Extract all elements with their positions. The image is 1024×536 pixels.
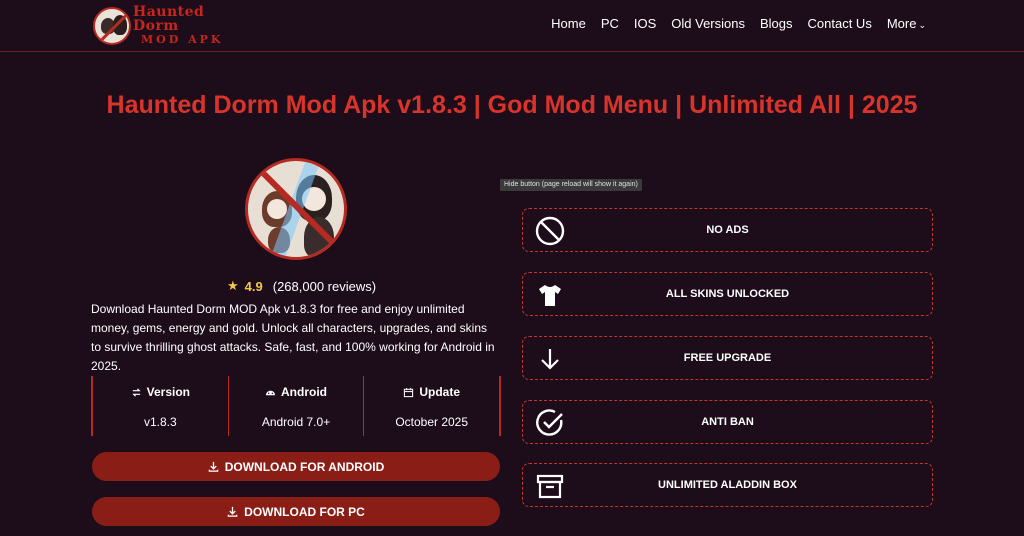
site-logo[interactable]: Haunted Dorm MOD APK — [93, 5, 229, 47]
android-icon — [265, 390, 276, 395]
calendar-icon — [404, 387, 414, 397]
page-title: Haunted Dorm Mod Apk v1.8.3 | God Mod Me… — [106, 91, 918, 119]
feature-label: FREE UPGRADE — [683, 352, 772, 364]
nav-ios[interactable]: IOS — [634, 16, 656, 31]
download-icon — [208, 461, 218, 472]
app-description: Download Haunted Dorm MOD Apk v1.8.3 for… — [91, 302, 495, 373]
download-android-label: DOWNLOAD FOR ANDROID — [224, 459, 385, 474]
app-icon — [245, 158, 347, 260]
spec-android-value: Android 7.0+ — [261, 415, 331, 429]
nav-contact[interactable]: Contact Us — [808, 16, 872, 31]
download-icon — [227, 506, 238, 517]
feature-label: ANTI BAN — [701, 416, 754, 428]
logo-line-1: Haunted Dorm — [133, 4, 205, 34]
feature-label: UNLIMITED ALADDIN BOX — [658, 479, 797, 491]
hide-button-tooltip: Hide button (page reload will show it ag… — [500, 179, 642, 191]
nav-more[interactable]: More ⌄ — [887, 16, 926, 31]
feature-aladdin-box: UNLIMITED ALADDIN BOX — [522, 463, 933, 507]
download-pc-button[interactable]: DOWNLOAD FOR PC — [92, 497, 500, 526]
spec-version-label: Version — [146, 385, 191, 399]
logo-line-2: MOD APK — [141, 33, 224, 46]
rating-score: 4.9 — [244, 278, 263, 294]
spec-update-label: Update — [419, 385, 461, 399]
spec-android-label: Android — [281, 385, 327, 399]
feature-free-upgrade: FREE UPGRADE — [522, 336, 933, 380]
nav-old-versions[interactable]: Old Versions — [671, 16, 745, 31]
rating: ★ 4.9 (268,000 reviews) — [227, 278, 376, 294]
logo-text: Haunted Dorm MOD APK — [133, 5, 229, 47]
feature-label: NO ADS — [706, 224, 749, 236]
app-specs: Version v1.8.3 Android Android 7.0+ Upda… — [91, 376, 501, 436]
spec-version: Version v1.8.3 — [93, 376, 228, 436]
nav-home[interactable]: Home — [551, 16, 586, 31]
spec-update: Update October 2025 — [363, 376, 499, 436]
feature-no-ads: NO ADS — [522, 208, 933, 252]
spec-version-value: v1.8.3 — [143, 415, 177, 429]
feature-all-skins: ALL SKINS UNLOCKED — [522, 272, 933, 316]
refresh-icon — [131, 387, 141, 397]
logo-badge-icon — [93, 7, 131, 45]
site-header: Haunted Dorm MOD APK Home PC IOS Old Ver… — [0, 0, 1024, 52]
spec-android: Android Android 7.0+ — [227, 376, 364, 436]
review-count: (268,000 reviews) — [272, 278, 377, 294]
feature-label: ALL SKINS UNLOCKED — [665, 288, 790, 300]
nav-more-label: More — [886, 16, 917, 31]
feature-anti-ban: ANTI BAN — [522, 400, 933, 444]
nav-blogs[interactable]: Blogs — [760, 16, 793, 31]
chevron-down-icon: ⌄ — [918, 20, 926, 30]
download-android-button[interactable]: DOWNLOAD FOR ANDROID — [92, 452, 500, 481]
star-icon: ★ — [227, 278, 239, 293]
spec-update-value: October 2025 — [395, 415, 469, 429]
main-nav: Home PC IOS Old Versions Blogs Contact U… — [551, 16, 926, 31]
nav-pc[interactable]: PC — [601, 16, 619, 31]
download-pc-label: DOWNLOAD FOR PC — [244, 504, 365, 519]
